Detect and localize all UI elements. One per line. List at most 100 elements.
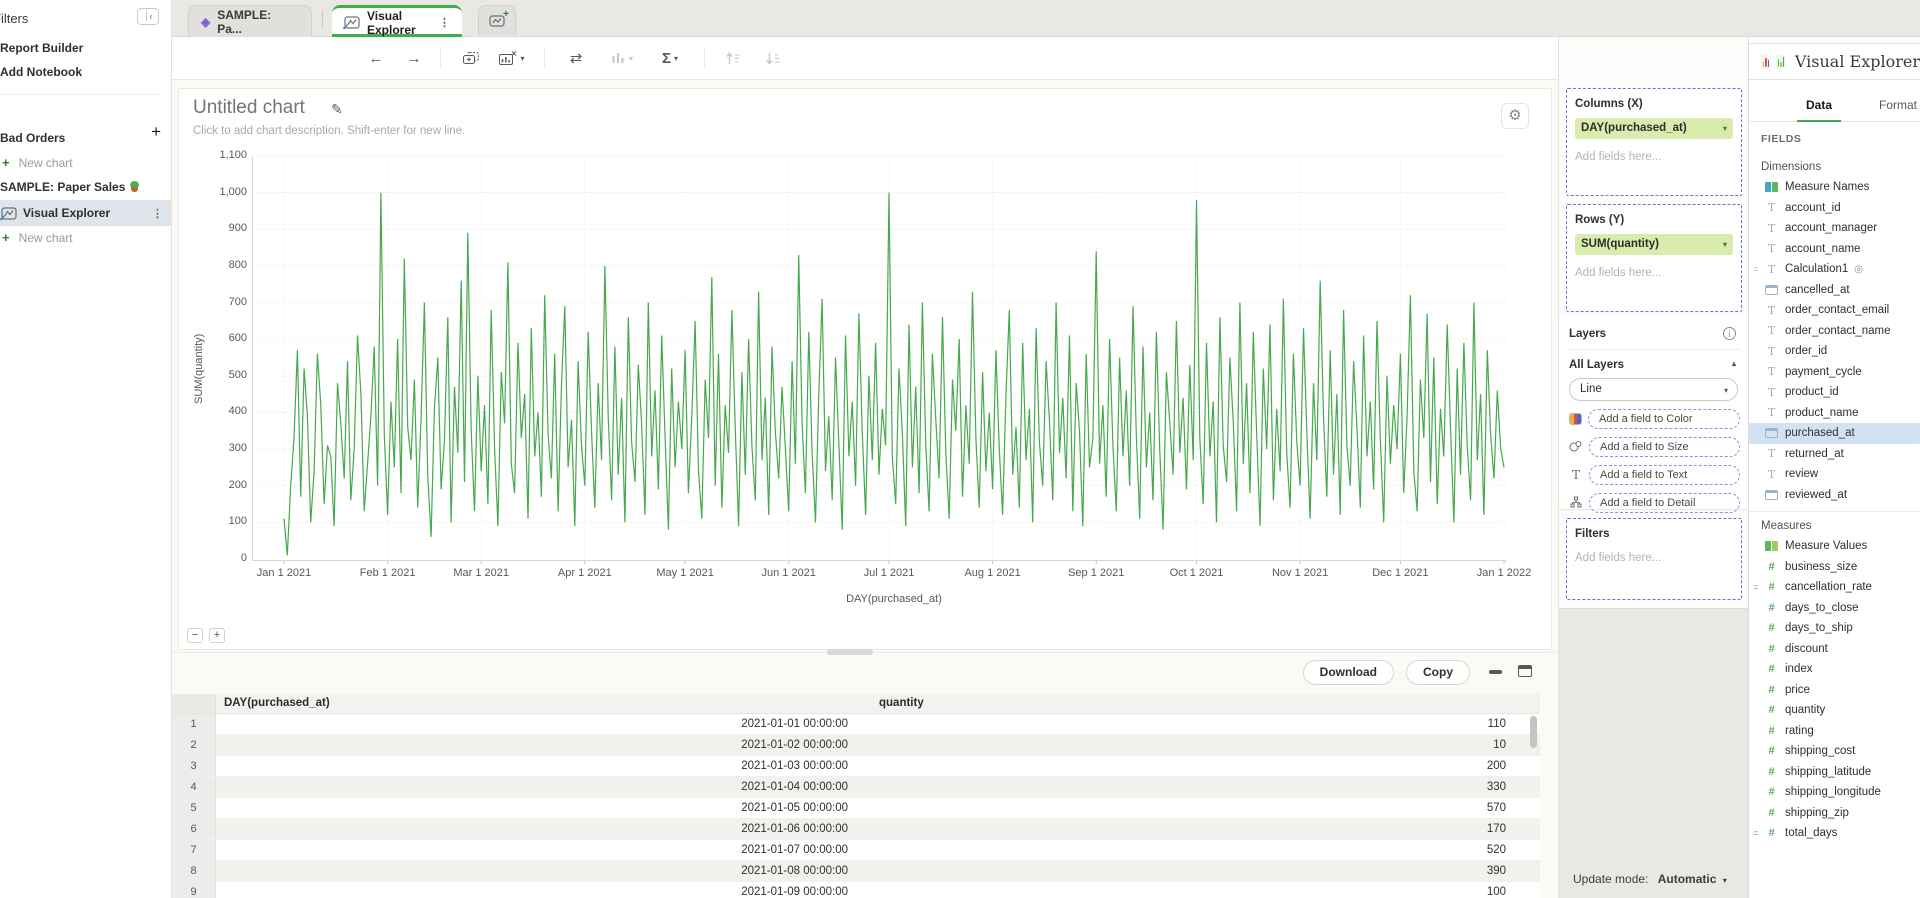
sort-ascending-button[interactable] xyxy=(720,47,746,69)
field-label: purchased_at xyxy=(1785,427,1855,439)
field-item[interactable]: Measure Values xyxy=(1749,536,1920,557)
field-item[interactable]: Measure Names xyxy=(1749,177,1920,198)
field-item[interactable]: Torder_contact_name xyxy=(1749,321,1920,342)
field-item[interactable]: #shipping_longitude xyxy=(1749,782,1920,803)
field-item[interactable]: #index xyxy=(1749,659,1920,680)
field-item[interactable]: Tproduct_name xyxy=(1749,403,1920,424)
zoom-in-button[interactable]: + xyxy=(209,628,225,643)
sidebar-item-add-notebook[interactable]: Add Notebook xyxy=(0,60,171,84)
chart-title[interactable]: Untitled chart xyxy=(193,97,305,119)
field-item[interactable]: #shipping_latitude xyxy=(1749,762,1920,783)
undo-button[interactable]: ← xyxy=(364,47,388,69)
field-item[interactable]: =TCalculation1◎ xyxy=(1749,259,1920,280)
field-item[interactable]: Torder_contact_email xyxy=(1749,300,1920,321)
field-item[interactable]: #discount xyxy=(1749,639,1920,660)
table-row[interactable]: 62021-01-06 00:00:00170 xyxy=(172,819,1540,840)
table-row[interactable]: 52021-01-05 00:00:00570 xyxy=(172,798,1540,819)
sidebar-item-visual-explorer[interactable]: ✓ Visual Explorer ⋮ xyxy=(0,200,171,226)
add-fields-placeholder[interactable]: Add fields here... xyxy=(1575,267,1733,279)
collapse-sidebar-button[interactable]: ‹ xyxy=(137,8,159,25)
field-item[interactable]: Torder_id xyxy=(1749,341,1920,362)
table-row[interactable]: 12021-01-01 00:00:00110 xyxy=(172,714,1540,735)
table-row[interactable]: 32021-01-03 00:00:00200 xyxy=(172,756,1540,777)
table-row[interactable]: 82021-01-08 00:00:00390 xyxy=(172,861,1540,882)
sidebar-item-report-builder[interactable]: Report Builder xyxy=(0,36,171,60)
field-item[interactable]: Tpayment_cycle xyxy=(1749,362,1920,383)
swap-axes-button[interactable]: ⇄ xyxy=(564,47,588,69)
chart-description-placeholder[interactable]: Click to add chart description. Shift-en… xyxy=(193,125,465,137)
field-item[interactable]: #business_size xyxy=(1749,557,1920,578)
column-header-quantity[interactable]: quantity xyxy=(860,694,1518,713)
gear-icon[interactable]: ⚙ xyxy=(1501,103,1529,129)
sort-descending-button[interactable] xyxy=(760,47,786,69)
table-row[interactable]: 72021-01-07 00:00:00520 xyxy=(172,840,1540,861)
add-fields-placeholder[interactable]: Add fields here... xyxy=(1575,552,1733,564)
field-item[interactable]: #quantity xyxy=(1749,700,1920,721)
kebab-menu-icon[interactable]: ⋮ xyxy=(152,207,163,220)
table-row[interactable]: 42021-01-04 00:00:00330 xyxy=(172,777,1540,798)
tab-visual-explorer[interactable]: ✓ Visual Explorer ⋮ xyxy=(332,5,462,37)
table-scrollbar-thumb[interactable] xyxy=(1530,716,1537,748)
field-item[interactable]: #price xyxy=(1749,680,1920,701)
field-item[interactable]: =#total_days xyxy=(1749,823,1920,844)
field-item[interactable]: Tproduct_id xyxy=(1749,382,1920,403)
edit-pencil-icon[interactable]: ✎ xyxy=(331,101,343,118)
add-fields-placeholder[interactable]: Add fields here... xyxy=(1575,151,1733,163)
update-mode-control[interactable]: Update mode: Automatic ▾ xyxy=(1573,872,1727,886)
table-row[interactable]: 92021-01-09 00:00:00100 xyxy=(172,882,1540,898)
zoom-out-button[interactable]: − xyxy=(187,628,203,643)
field-item[interactable]: Treview xyxy=(1749,464,1920,485)
rows-shelf[interactable]: Rows (Y) SUM(quantity) ▾ Add fields here… xyxy=(1566,204,1742,312)
field-item[interactable]: #rating xyxy=(1749,721,1920,742)
field-item[interactable]: #shipping_cost xyxy=(1749,741,1920,762)
field-item[interactable]: #days_to_ship xyxy=(1749,618,1920,639)
columns-field-pill[interactable]: DAY(purchased_at) ▾ xyxy=(1575,118,1733,139)
filters-shelf[interactable]: Filters Add fields here... xyxy=(1566,518,1742,600)
add-field-to-detail[interactable]: Add a field to Detail xyxy=(1589,493,1740,513)
new-chart-tab-button[interactable]: + xyxy=(478,5,516,35)
field-item[interactable]: =#cancellation_rate xyxy=(1749,577,1920,598)
chart-type-button[interactable]: ▾ xyxy=(604,47,640,69)
field-item[interactable]: #shipping_zip xyxy=(1749,803,1920,824)
field-item[interactable]: Taccount_manager xyxy=(1749,218,1920,239)
chevron-up-icon[interactable]: ▴ xyxy=(1732,359,1736,368)
number-field-icon: # xyxy=(1765,581,1778,593)
field-item[interactable]: purchased_at xyxy=(1749,423,1920,444)
new-chart-button-2[interactable]: + New chart xyxy=(0,226,171,249)
rows-field-pill[interactable]: SUM(quantity) ▾ xyxy=(1575,234,1733,255)
chevron-down-icon[interactable]: ▾ xyxy=(1723,240,1727,249)
field-item[interactable]: Treturned_at xyxy=(1749,444,1920,465)
aggregate-button[interactable]: Σ ▾ xyxy=(652,47,688,69)
sidebar-item-sample-paper-sales[interactable]: SAMPLE: Paper Sales xyxy=(0,174,171,200)
column-header-date[interactable]: DAY(purchased_at) xyxy=(216,694,860,713)
field-item[interactable]: reviewed_at xyxy=(1749,485,1920,506)
tab-format[interactable]: Format xyxy=(1875,98,1920,112)
sidebar-item-bad-orders[interactable]: Bad Orders xyxy=(0,125,171,151)
add-field-to-text[interactable]: Add a field to Text xyxy=(1589,465,1740,485)
chevron-down-icon[interactable]: ▾ xyxy=(1723,124,1727,133)
add-field-to-size[interactable]: Add a field to Size xyxy=(1589,437,1740,457)
new-chart-button-1[interactable]: + New chart xyxy=(0,151,171,174)
minimize-icon[interactable] xyxy=(1489,670,1502,674)
results-table[interactable]: DAY(purchased_at) quantity 12021-01-01 0… xyxy=(172,694,1540,898)
clear-chart-button[interactable]: ▾ xyxy=(494,47,530,69)
info-icon[interactable]: i xyxy=(1723,327,1736,340)
redo-button[interactable]: → xyxy=(402,47,426,69)
download-button[interactable]: Download xyxy=(1303,660,1394,685)
date-cell: 2021-01-09 00:00:00 xyxy=(216,882,860,898)
kebab-menu-icon[interactable]: ⋮ xyxy=(439,16,450,29)
field-item[interactable]: Taccount_name xyxy=(1749,239,1920,260)
field-item[interactable]: Taccount_id xyxy=(1749,198,1920,219)
field-item[interactable]: #days_to_close xyxy=(1749,598,1920,619)
duplicate-element-button[interactable] xyxy=(458,47,484,69)
tab-sample-paper-sales[interactable]: ◈ SAMPLE: Pa... xyxy=(188,5,312,37)
line-chart[interactable]: 01002003004005006007008009001,0001,100 J… xyxy=(207,151,1547,621)
field-item[interactable]: cancelled_at xyxy=(1749,280,1920,301)
columns-shelf[interactable]: Columns (X) DAY(purchased_at) ▾ Add fiel… xyxy=(1566,88,1742,196)
table-row[interactable]: 22021-01-02 00:00:0010 xyxy=(172,735,1540,756)
tab-data[interactable]: Data xyxy=(1797,98,1841,122)
maximize-icon[interactable] xyxy=(1518,665,1532,677)
add-field-to-color[interactable]: Add a field to Color xyxy=(1588,409,1740,429)
copy-button[interactable]: Copy xyxy=(1406,660,1470,685)
mark-type-select[interactable]: Line ▾ xyxy=(1569,378,1738,401)
